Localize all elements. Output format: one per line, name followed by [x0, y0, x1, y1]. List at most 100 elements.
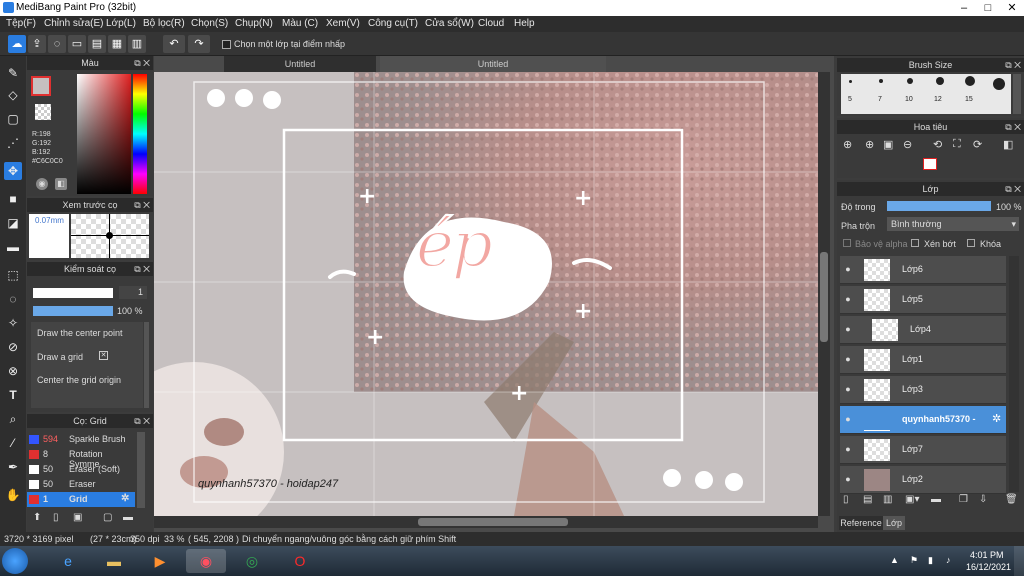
- new-8bit-layer-icon[interactable]: ▥: [883, 494, 892, 505]
- layer-row[interactable]: ● Lớp7: [840, 436, 1006, 464]
- option-draw-center[interactable]: Draw the center point: [37, 328, 123, 338]
- size-dot[interactable]: [993, 78, 1005, 90]
- panel-close-icon[interactable]: ⧉ ✕: [134, 414, 150, 428]
- select-layer-checkbox[interactable]: [222, 40, 231, 49]
- clock-time[interactable]: 4:01 PM: [970, 550, 1004, 560]
- fit-icon[interactable]: ▣: [883, 138, 893, 151]
- tab-untitled-2[interactable]: Untitled: [380, 56, 606, 72]
- text-tool-icon[interactable]: T: [4, 386, 22, 404]
- duplicate-layer-icon[interactable]: ❐: [959, 494, 968, 505]
- panel-icon[interactable]: ▥: [128, 35, 146, 53]
- menu-cloud[interactable]: Cloud: [478, 18, 504, 29]
- zoom-in-alt-icon[interactable]: ⊕: [865, 138, 874, 151]
- size-label[interactable]: 5: [848, 96, 852, 103]
- move-tool-icon[interactable]: ✥: [4, 162, 22, 180]
- size-label[interactable]: 15: [965, 96, 973, 103]
- flip-icon[interactable]: ◧: [1003, 138, 1013, 151]
- gear-icon[interactable]: ✲: [121, 493, 129, 504]
- panel-close-icon[interactable]: ⧉ ✕: [1005, 182, 1021, 196]
- medibang-icon[interactable]: ◉: [186, 549, 226, 573]
- canvas-image[interactable]: + + + + + ép quynhanh57370 - hoidap247: [154, 72, 818, 516]
- saturation-picker[interactable]: [77, 74, 131, 194]
- layer-row[interactable]: ● Lớp5: [840, 286, 1006, 314]
- eye-icon[interactable]: ●: [843, 324, 853, 334]
- rect-tool-icon[interactable]: ▢: [4, 110, 22, 128]
- start-button[interactable]: [2, 548, 28, 574]
- clock-date[interactable]: 16/12/2021: [966, 562, 1011, 572]
- layers-scrollbar[interactable]: [1009, 256, 1019, 492]
- brush-size-value[interactable]: 1: [119, 286, 147, 299]
- eye-icon[interactable]: ●: [843, 384, 853, 394]
- folder-icon[interactable]: ▬: [123, 512, 133, 523]
- blend-select[interactable]: Bình thường ▾: [887, 217, 1019, 231]
- brush-opacity-slider[interactable]: [33, 306, 113, 316]
- panel-close-icon[interactable]: ⧉ ✕: [134, 198, 150, 212]
- tray-up-icon[interactable]: ▲: [890, 555, 899, 565]
- hue-slider[interactable]: [133, 74, 147, 194]
- list-item[interactable]: 8 Rotation Symme: [27, 447, 135, 469]
- pen-tool-icon[interactable]: ✒: [4, 458, 22, 476]
- background-color-swatch[interactable]: [35, 104, 51, 120]
- hand-tool-icon[interactable]: ✋: [4, 486, 22, 504]
- document-icon[interactable]: ▤: [88, 35, 106, 53]
- layer-row[interactable]: ● Lớp1: [840, 346, 1006, 374]
- rotate-right-icon[interactable]: ⟳: [973, 138, 982, 151]
- foreground-color-swatch[interactable]: [31, 76, 51, 96]
- menu-help[interactable]: Help: [514, 18, 535, 29]
- magic-wand-icon[interactable]: ✧: [4, 314, 22, 332]
- list-item[interactable]: 50 Eraser (Soft): [27, 462, 135, 477]
- layer-row[interactable]: ● Lớp2: [840, 466, 1006, 494]
- bubble-tool-icon[interactable]: ⌕: [4, 410, 22, 428]
- size-dot[interactable]: [965, 76, 975, 86]
- lock-checkbox[interactable]: [967, 239, 975, 247]
- size-label[interactable]: 10: [905, 96, 913, 103]
- list-item[interactable]: 50 Eraser: [27, 477, 135, 492]
- select-tool-icon[interactable]: ⬚: [4, 266, 22, 284]
- palette-icon[interactable]: ◉: [36, 178, 48, 190]
- lasso-tool-icon[interactable]: ◌: [4, 290, 22, 308]
- new-halftone-layer-icon[interactable]: ▤: [863, 494, 872, 505]
- redo-icon[interactable]: ↷: [188, 35, 210, 53]
- menu-select[interactable]: Chọn(S): [191, 18, 228, 29]
- brush-size-scrollbar[interactable]: [1013, 74, 1021, 114]
- eye-icon[interactable]: ●: [843, 414, 853, 424]
- gear-icon[interactable]: ✲: [992, 412, 1001, 425]
- undo-icon[interactable]: ↶: [163, 35, 185, 53]
- ie-icon[interactable]: e: [48, 549, 88, 573]
- menu-file[interactable]: Tệp(F): [6, 18, 36, 29]
- brush-size-slider[interactable]: [33, 288, 113, 298]
- maximize-button[interactable]: □: [976, 0, 1000, 16]
- size-dot[interactable]: [907, 78, 913, 84]
- menu-color[interactable]: Màu (C): [282, 18, 318, 29]
- merge-layer-icon[interactable]: ⇩: [979, 494, 987, 505]
- comment-icon[interactable]: ◌: [48, 35, 66, 53]
- tab-reference[interactable]: Reference: [839, 516, 883, 530]
- protect-alpha-checkbox[interactable]: [843, 239, 851, 247]
- list-item[interactable]: 594 Sparkle Brush: [27, 432, 135, 447]
- size-dot[interactable]: [879, 79, 883, 83]
- copy-brush-icon[interactable]: ▢: [103, 512, 112, 523]
- list-item-selected[interactable]: 1 Grid ✲: [27, 492, 135, 507]
- clipping-checkbox[interactable]: [911, 239, 919, 247]
- menu-edit[interactable]: Chỉnh sửa(E): [44, 18, 104, 29]
- menu-view[interactable]: Xem(V): [326, 18, 360, 29]
- media-player-icon[interactable]: ▶: [140, 549, 180, 573]
- menu-window[interactable]: Cửa sổ(W): [425, 18, 474, 29]
- size-dot[interactable]: [936, 77, 944, 85]
- volume-icon[interactable]: ♪: [946, 555, 951, 565]
- size-label[interactable]: 12: [934, 96, 942, 103]
- eraser-tool-icon[interactable]: ◇: [4, 86, 22, 104]
- panel-close-icon[interactable]: ⧉ ✕: [1005, 120, 1021, 134]
- layer-row[interactable]: ● Lớp6: [840, 256, 1006, 284]
- layer-row[interactable]: ● Lớp3: [840, 376, 1006, 404]
- menu-filter[interactable]: Bộ lọc(R): [143, 18, 185, 29]
- draw-grid-checkbox[interactable]: ✕: [99, 351, 108, 360]
- trash-icon[interactable]: 🗑: [1005, 494, 1018, 505]
- zoom-in-icon[interactable]: ⊕: [843, 138, 852, 151]
- add-layer-menu-icon[interactable]: ▣▾: [905, 494, 919, 505]
- zoom-out-icon[interactable]: ⊖: [903, 138, 912, 151]
- panel-close-icon[interactable]: ⧉ ✕: [134, 262, 150, 276]
- folder-icon[interactable]: ▬: [94, 549, 134, 573]
- brush-tool-icon[interactable]: ✎: [4, 64, 22, 82]
- folder-icon[interactable]: ▬: [931, 494, 941, 505]
